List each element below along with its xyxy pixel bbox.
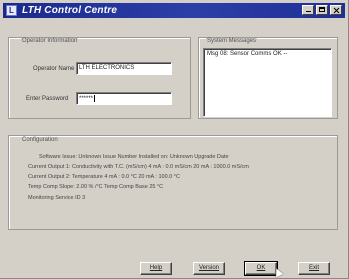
help-button-label: Help [149, 265, 163, 271]
password-mask: ****** [79, 96, 94, 103]
window-controls [302, 5, 342, 15]
help-button[interactable]: Help [140, 262, 172, 275]
exit-button-label: Exit [308, 265, 319, 271]
operator-information-label: Operator Information [21, 38, 79, 44]
exit-button[interactable]: Exit [298, 262, 330, 275]
operator-information-group [8, 37, 191, 119]
configuration-group [8, 135, 338, 230]
ok-button-label: OK [256, 265, 266, 271]
window-title: LTH Control Centre [22, 5, 118, 16]
text-caret [94, 95, 96, 102]
config-software-issue: Software Issue: Unknown Issue Number Ins… [39, 154, 229, 160]
message-item[interactable]: Msg 08: Sensor Comms OK -- [207, 51, 328, 57]
version-button[interactable]: Version [193, 262, 225, 275]
config-temp-comp: Temp Comp Slope: 2.00 % /°C Temp Comp Ba… [28, 184, 164, 190]
system-messages-label: System Messages [206, 38, 258, 44]
maximize-icon[interactable] [316, 5, 328, 15]
title-bar[interactable]: L LTH Control Centre [3, 3, 345, 18]
system-messages-list[interactable]: Msg 08: Sensor Comms OK -- [203, 48, 332, 117]
configuration-label: Configuration [21, 137, 59, 143]
operator-name-field[interactable]: LTH ELECTRONICS [76, 62, 172, 75]
lth-control-centre-window: L LTH Control Centre Operator Informatio… [0, 0, 349, 279]
version-button-label: Version [198, 265, 219, 271]
operator-name-label: Operator Name [33, 66, 75, 72]
config-current-output-1: Current Output 1: Conductivity with T.C.… [28, 164, 249, 170]
ok-button[interactable]: OK [244, 261, 278, 276]
mouse-pointer-icon [272, 266, 284, 278]
config-monitoring-service: Monitoring Service ID 3 [28, 195, 86, 201]
password-label: Enter Password [26, 96, 69, 102]
lth-app-icon[interactable]: L [6, 5, 17, 16]
password-field[interactable]: ****** [76, 92, 172, 105]
minimize-icon[interactable] [302, 5, 314, 15]
close-icon[interactable] [330, 5, 342, 15]
config-current-output-2: Current Output 2: Temperature 4 mA : 0.0… [28, 174, 180, 180]
